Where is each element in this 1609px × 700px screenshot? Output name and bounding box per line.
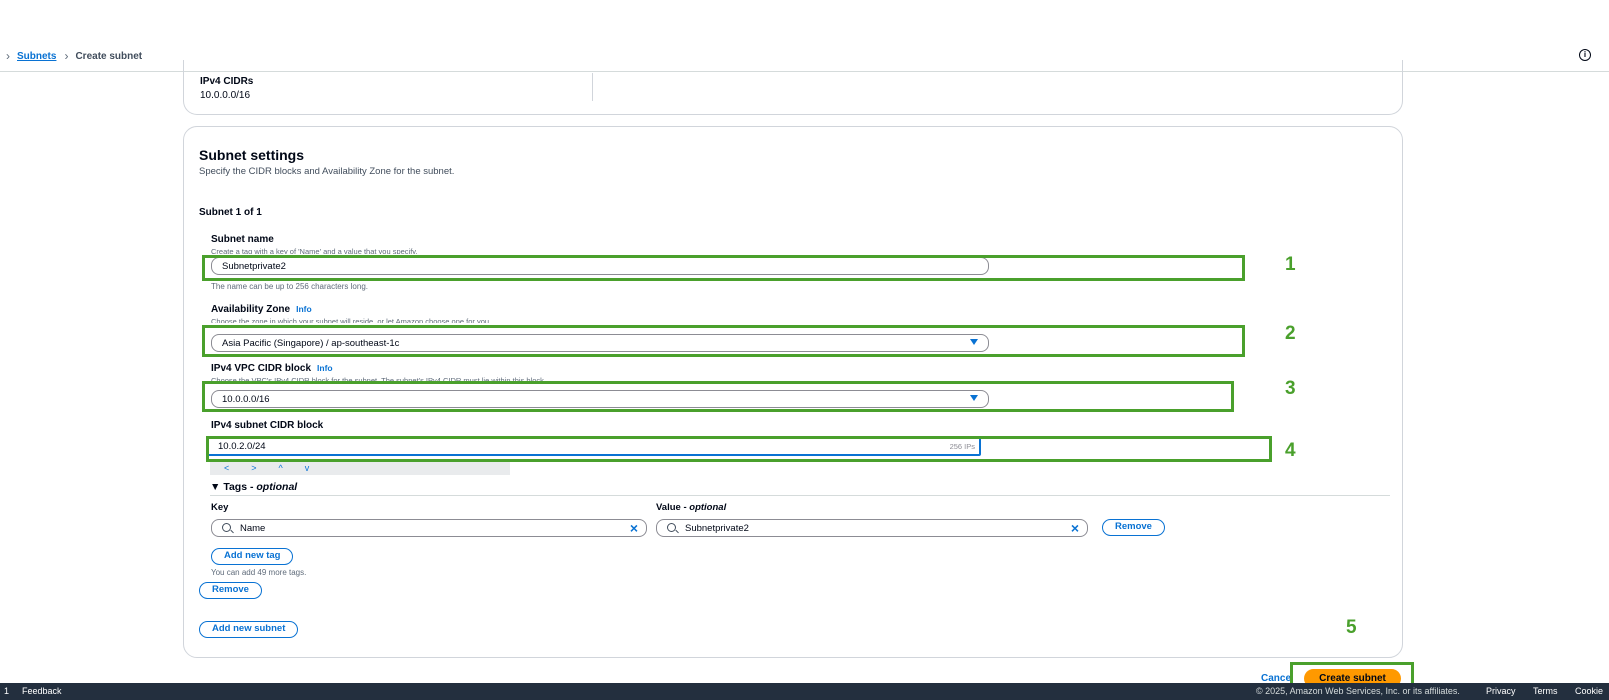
annotation-box-4	[206, 436, 1272, 462]
subnet-count: Subnet 1 of 1	[199, 207, 262, 218]
column-divider	[592, 73, 593, 101]
clear-icon[interactable]: ×	[1071, 520, 1079, 536]
caret-down-icon: ▼	[210, 481, 221, 493]
add-new-tag-button[interactable]: Add new tag	[211, 548, 294, 565]
chevron-right-icon[interactable]: >	[251, 462, 256, 475]
chevron-up-icon[interactable]: ^	[279, 462, 283, 475]
ipv4-cidrs-value: 10.0.0.0/16	[200, 90, 251, 101]
footer: 1 Feedback © 2025, Amazon Web Services, …	[0, 683, 1609, 700]
chevron-left-icon[interactable]: <	[224, 462, 229, 475]
remove-subnet-button[interactable]: Remove	[199, 582, 262, 599]
cidr-stepper: < > ^ v	[210, 462, 510, 475]
tags-expander[interactable]: ▼ Tags - optional	[210, 481, 297, 493]
tags-optional-text: optional	[256, 481, 298, 493]
terms-link[interactable]: Terms	[1533, 686, 1558, 696]
tag-value-input[interactable]: Subnetprivate2 ×	[656, 519, 1088, 537]
annotation-box-1	[202, 255, 1245, 281]
remove-tag-button[interactable]: Remove	[1102, 519, 1165, 536]
annotation-box-2	[202, 325, 1245, 357]
breadcrumb: › Subnets › Create subnet	[6, 49, 142, 63]
annotation-number-5: 5	[1346, 617, 1357, 638]
breadcrumb-current: Create subnet	[75, 50, 143, 62]
search-icon	[667, 523, 676, 532]
tags-header-text: Tags -	[223, 481, 257, 493]
vpc-summary-panel: IPv4 CIDRs 10.0.0.0/16	[183, 60, 1403, 115]
az-info-link[interactable]: Info	[296, 304, 312, 314]
feedback-link[interactable]: Feedback	[22, 686, 62, 696]
annotation-number-1: 1	[1285, 254, 1296, 275]
tag-key-label: Key	[211, 502, 229, 513]
add-new-subnet-button[interactable]: Add new subnet	[199, 621, 299, 638]
chevron-right-icon: ›	[64, 49, 69, 63]
subnet-name-label: Subnet name	[211, 234, 274, 245]
cookie-link[interactable]: Cookie	[1575, 686, 1603, 696]
subnet-settings-title: Subnet settings	[199, 147, 305, 163]
az-description: Choose the zone in which your subnet wil…	[211, 317, 492, 323]
vpc-cidr-info-link[interactable]: Info	[317, 363, 333, 373]
tags-remaining-hint: You can add 49 more tags.	[211, 568, 307, 577]
tag-value-label-text: Value -	[656, 502, 690, 513]
subnet-cidr-label: IPv4 subnet CIDR block	[211, 420, 324, 431]
info-icon[interactable]: i	[1579, 49, 1591, 61]
tag-key-input[interactable]: Name ×	[211, 519, 647, 537]
annotation-box-3	[202, 381, 1234, 412]
subnet-name-hint: The name can be up to 256 characters lon…	[211, 282, 368, 291]
copyright-text: © 2025, Amazon Web Services, Inc. or its…	[1256, 686, 1460, 696]
chevron-down-icon[interactable]: v	[305, 462, 310, 475]
subnet-settings-description: Specify the CIDR blocks and Availability…	[199, 166, 455, 177]
footer-left-char: 1	[4, 686, 10, 696]
chevron-right-icon: ›	[6, 49, 10, 63]
annotation-number-2: 2	[1285, 323, 1296, 344]
clear-icon[interactable]: ×	[630, 520, 638, 536]
az-label: Availability Zone Info	[211, 304, 312, 315]
search-icon	[222, 523, 231, 532]
subnet-name-description: Create a tag with a key of 'Name' and a …	[211, 247, 418, 254]
tag-value-optional: optional	[689, 502, 727, 513]
tag-key-value: Name	[240, 523, 266, 534]
privacy-link[interactable]: Privacy	[1486, 686, 1516, 696]
ipv4-cidrs-label: IPv4 CIDRs	[200, 76, 254, 87]
annotation-number-4: 4	[1285, 440, 1296, 461]
divider	[210, 495, 1390, 496]
annotation-number-3: 3	[1285, 378, 1296, 399]
vpc-cidr-label: IPv4 VPC CIDR block Info	[211, 363, 333, 374]
vpc-cidr-label-text: IPv4 VPC CIDR block	[211, 363, 312, 374]
tag-value-label: Value - optional	[656, 502, 726, 513]
breadcrumb-subnets-link[interactable]: Subnets	[17, 51, 56, 62]
tag-value-value: Subnetprivate2	[685, 523, 749, 534]
az-label-text: Availability Zone	[211, 304, 291, 315]
